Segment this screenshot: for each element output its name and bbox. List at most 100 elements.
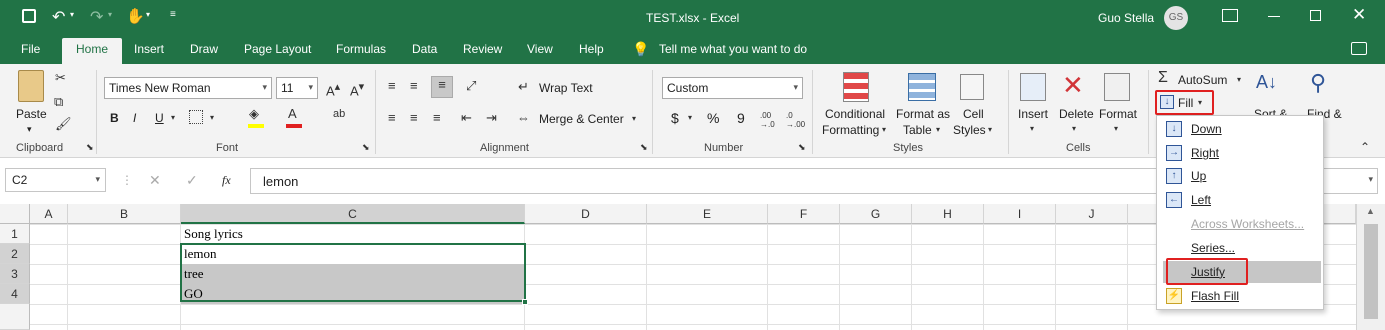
column-header-d[interactable]: D xyxy=(525,204,647,224)
number-launcher-icon[interactable]: ⬊ xyxy=(798,142,806,153)
delete-cells-icon[interactable]: ✕ xyxy=(1062,70,1084,101)
top-align-icon[interactable]: ≡ xyxy=(388,78,396,93)
phonetic-icon[interactable]: ab xyxy=(333,108,345,120)
left-align-icon[interactable]: ≡ xyxy=(388,110,396,125)
cell-styles-label-2[interactable]: Styles xyxy=(953,123,986,137)
format-painter-icon[interactable]: 🖌 xyxy=(55,116,72,132)
format-dropdown-icon[interactable]: ▾ xyxy=(1114,124,1118,133)
cut-icon[interactable]: ✂ xyxy=(55,70,66,86)
format-cells-icon[interactable] xyxy=(1104,73,1130,101)
increase-font-icon[interactable]: A▴ xyxy=(326,80,340,98)
merge-center-button[interactable]: Merge & Center xyxy=(539,112,624,126)
decrease-font-icon[interactable]: A▾ xyxy=(350,80,364,98)
insert-button[interactable]: Insert xyxy=(1018,107,1048,121)
maximize-icon[interactable] xyxy=(1310,10,1321,21)
percent-style-button[interactable]: % xyxy=(707,110,719,126)
number-format-dropdown[interactable]: Custom ▾ xyxy=(662,77,803,99)
autosum-button[interactable]: AutoSum xyxy=(1178,73,1227,87)
touch-dropdown-icon[interactable]: ▾ xyxy=(146,10,150,19)
column-header-i[interactable]: I xyxy=(984,204,1056,224)
touch-mode-icon[interactable]: ✋ xyxy=(126,7,145,25)
font-color-icon[interactable]: A xyxy=(288,106,297,121)
cell-styles-label[interactable]: Cell xyxy=(963,107,984,121)
tab-file[interactable]: File xyxy=(21,42,40,56)
cell-styles-dropdown-icon[interactable]: ▾ xyxy=(988,125,992,134)
undo-icon[interactable]: ↶ xyxy=(52,7,65,27)
column-header-j[interactable]: J xyxy=(1056,204,1128,224)
customize-qat-icon[interactable]: ≡ xyxy=(170,9,176,20)
column-header-g[interactable]: G xyxy=(840,204,912,224)
merge-dropdown-icon[interactable]: ▾ xyxy=(632,114,636,123)
row-header-2[interactable]: 2 xyxy=(0,244,30,264)
find-select-icon[interactable]: ⚲ xyxy=(1310,70,1326,96)
conditional-dropdown-icon[interactable]: ▾ xyxy=(882,125,886,134)
autosum-dropdown-icon[interactable]: ▾ xyxy=(1237,75,1241,84)
fill-button[interactable]: Fill xyxy=(1178,96,1193,110)
ribbon-display-icon[interactable] xyxy=(1222,9,1238,22)
vertical-scrollbar[interactable]: ▲ xyxy=(1356,204,1385,330)
wrap-text-icon[interactable]: ↵ xyxy=(518,79,529,95)
minimize-icon[interactable] xyxy=(1268,16,1280,17)
save-icon[interactable] xyxy=(22,9,36,23)
user-name[interactable]: Guo Stella xyxy=(1098,11,1154,25)
underline-button[interactable]: U xyxy=(155,111,164,125)
redo-dropdown-icon[interactable]: ▾ xyxy=(108,10,112,19)
fill-menu-item-down[interactable]: ↓ Down xyxy=(1163,118,1321,140)
column-header-e[interactable]: E xyxy=(647,204,768,224)
comments-icon[interactable] xyxy=(1351,42,1367,55)
row-header-4[interactable]: 4 xyxy=(0,284,30,304)
font-name-dropdown[interactable]: Times New Roman ▾ xyxy=(104,77,272,99)
cell-c3[interactable]: tree xyxy=(181,264,206,284)
fill-dropdown-icon[interactable]: ▾ xyxy=(1198,98,1202,107)
scroll-up-icon[interactable]: ▲ xyxy=(1366,206,1375,216)
middle-align-icon[interactable]: ≡ xyxy=(410,78,418,93)
borders-dropdown-icon[interactable]: ▾ xyxy=(210,113,214,122)
row-header-5[interactable] xyxy=(0,304,30,330)
cell-c4[interactable]: GO xyxy=(181,284,206,304)
tab-insert[interactable]: Insert xyxy=(134,42,164,56)
italic-button[interactable]: I xyxy=(133,111,136,125)
font-size-dropdown[interactable]: 11 ▾ xyxy=(276,77,318,99)
cell-c1[interactable]: Song lyrics xyxy=(181,224,246,244)
orientation-icon[interactable]: ⤢ xyxy=(466,78,476,94)
row-header-1[interactable]: 1 xyxy=(0,224,30,244)
paste-dropdown-icon[interactable]: ▾ xyxy=(27,124,32,135)
column-header-b[interactable]: B xyxy=(68,204,181,224)
paste-icon[interactable] xyxy=(18,70,44,102)
autosum-icon[interactable]: Σ xyxy=(1158,69,1168,87)
name-box[interactable]: C2 ▾ xyxy=(5,168,106,192)
column-header-f[interactable]: F xyxy=(768,204,840,224)
alignment-launcher-icon[interactable]: ⬊ xyxy=(640,142,648,153)
select-all-corner[interactable] xyxy=(0,204,30,224)
comma-style-button[interactable]: 9 xyxy=(737,110,745,126)
font-launcher-icon[interactable]: ⬊ xyxy=(362,142,370,153)
scrollbar-thumb[interactable] xyxy=(1364,224,1378,319)
bottom-align-icon[interactable]: ≡ xyxy=(431,76,453,98)
fill-menu-item-up[interactable]: ↑ Up xyxy=(1163,165,1321,187)
tab-data[interactable]: Data xyxy=(412,42,437,56)
delete-dropdown-icon[interactable]: ▾ xyxy=(1072,124,1076,133)
column-header-a[interactable]: A xyxy=(30,204,68,224)
center-align-icon[interactable]: ≡ xyxy=(410,110,418,125)
fill-color-icon[interactable]: ◈ xyxy=(249,106,259,122)
tell-me-search[interactable]: Tell me what you want to do xyxy=(659,42,807,56)
tab-draw[interactable]: Draw xyxy=(190,42,218,56)
paste-button[interactable]: Paste xyxy=(16,107,47,121)
merge-center-icon[interactable]: ⇔ xyxy=(517,110,530,125)
row-header-3[interactable]: 3 xyxy=(0,264,30,284)
underline-dropdown-icon[interactable]: ▾ xyxy=(171,113,175,122)
cancel-icon[interactable]: ✕ xyxy=(149,172,161,189)
borders-icon[interactable] xyxy=(189,110,203,124)
format-table-dropdown-icon[interactable]: ▾ xyxy=(936,125,940,134)
cell-styles-icon[interactable] xyxy=(960,74,984,100)
increase-indent-icon[interactable]: ⇥ xyxy=(486,110,497,126)
collapse-ribbon-icon[interactable]: ⌃ xyxy=(1360,140,1370,154)
wrap-text-button[interactable]: Wrap Text xyxy=(539,81,593,95)
format-as-table-label-2[interactable]: Table xyxy=(903,123,932,137)
bold-button[interactable]: B xyxy=(110,111,119,125)
format-button[interactable]: Format xyxy=(1099,107,1137,121)
fill-menu-item-right[interactable]: → Right xyxy=(1163,142,1321,164)
conditional-formatting-label[interactable]: Conditional xyxy=(825,107,885,121)
delete-button[interactable]: Delete xyxy=(1059,107,1094,121)
cell-c2[interactable]: lemon xyxy=(181,244,220,264)
